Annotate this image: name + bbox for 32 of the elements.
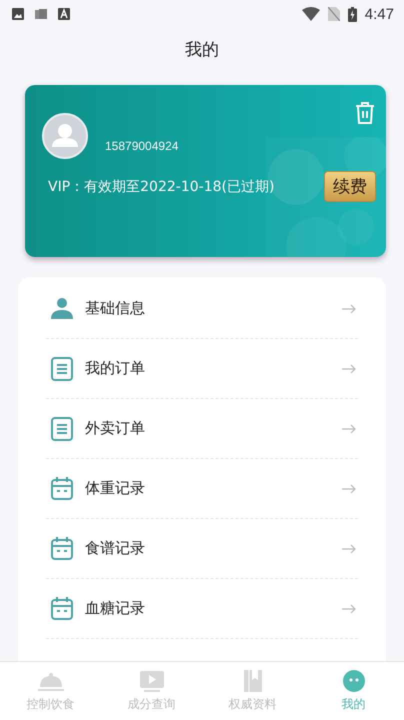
page-title: 我的 <box>184 39 220 62</box>
vip-status: VIP：有效期至2022-10-18(已过期) <box>48 178 274 196</box>
cards-icon <box>35 8 47 20</box>
arrow-icon <box>342 304 356 314</box>
renew-button[interactable]: 续费 <box>324 171 376 202</box>
menu-item[interactable]: 食谱记录 <box>46 519 358 579</box>
arrow-icon <box>342 604 356 614</box>
menu-item[interactable]: 血糖记录 <box>46 579 358 639</box>
menu-item[interactable]: 基础信息 <box>46 279 358 339</box>
battery-charging-icon <box>348 6 357 22</box>
arrow-icon <box>342 484 356 494</box>
calendar-icon <box>51 596 73 620</box>
wifi-icon <box>302 7 320 21</box>
status-time: 4:47 <box>364 6 394 22</box>
menu-item[interactable]: 体重记录 <box>46 459 358 519</box>
image-icon <box>12 8 24 20</box>
calendar-icon <box>51 476 73 500</box>
menu-item[interactable]: 外卖订单 <box>46 399 358 459</box>
arrow-icon <box>342 544 356 554</box>
person-icon <box>51 296 73 320</box>
arrow-icon <box>342 424 356 434</box>
menu-item[interactable]: 我的订单 <box>46 339 358 399</box>
list-icon <box>51 416 73 440</box>
list-icon <box>51 356 73 380</box>
no-sim-icon <box>328 7 340 21</box>
phone-number: 15879004924 <box>105 139 178 153</box>
play-icon <box>138 670 166 692</box>
arrow-icon <box>342 364 356 374</box>
trash-icon[interactable] <box>354 101 376 125</box>
calendar-icon <box>51 536 73 560</box>
avatar-icon <box>42 113 88 159</box>
font-icon <box>58 8 70 20</box>
